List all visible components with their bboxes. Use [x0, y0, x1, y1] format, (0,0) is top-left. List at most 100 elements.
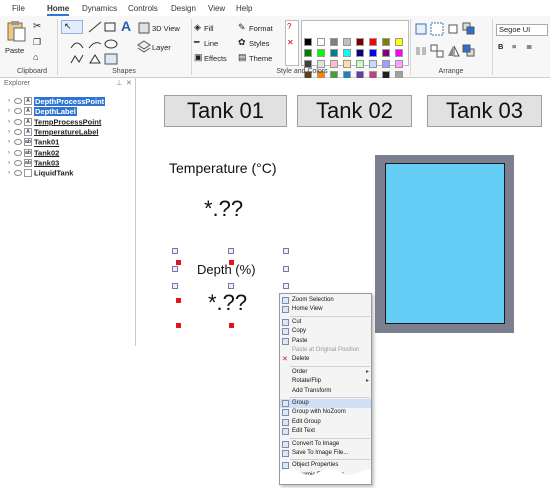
- fill-button[interactable]: Fill: [204, 24, 214, 33]
- color-swatch[interactable]: [304, 49, 312, 57]
- curve-tool-icon[interactable]: [70, 38, 84, 50]
- context-menu-item[interactable]: Copy: [280, 327, 371, 336]
- align-left-icon[interactable]: ≡: [512, 42, 516, 51]
- color-swatch[interactable]: [304, 60, 312, 68]
- menu-controls[interactable]: Controls: [128, 4, 158, 13]
- order-back-icon[interactable]: [462, 44, 476, 58]
- visibility-icon[interactable]: [14, 170, 22, 177]
- line-button[interactable]: Line: [204, 39, 218, 48]
- paste-button[interactable]: Paste: [4, 20, 28, 60]
- selection-handle[interactable]: [172, 283, 178, 289]
- distribute-icon[interactable]: [414, 44, 428, 58]
- color-swatch[interactable]: [369, 60, 377, 68]
- color-swatch[interactable]: [382, 60, 390, 68]
- color-swatch[interactable]: [395, 60, 403, 68]
- color-swatch[interactable]: [369, 38, 377, 46]
- flip-icon[interactable]: [446, 44, 460, 58]
- explorer-item[interactable]: › A DepthLabel: [8, 106, 77, 116]
- transparent-color-icon[interactable]: ✕: [287, 38, 294, 47]
- color-swatch[interactable]: [330, 38, 338, 46]
- menu-view[interactable]: View: [208, 4, 225, 13]
- visibility-icon[interactable]: [14, 118, 22, 125]
- explorer-item[interactable]: › A DepthProcessPoint: [8, 96, 106, 106]
- color-swatch[interactable]: [343, 60, 351, 68]
- align-icon[interactable]: [414, 22, 428, 36]
- explorer-item[interactable]: › ab Tank01: [8, 137, 59, 147]
- menu-design[interactable]: Design: [171, 4, 196, 13]
- rotate-icon[interactable]: [446, 22, 460, 36]
- selection-handle[interactable]: [172, 248, 178, 254]
- visibility-icon[interactable]: [14, 149, 22, 156]
- group-arrange-icon[interactable]: [430, 22, 444, 36]
- color-swatch[interactable]: [317, 60, 325, 68]
- 3d-view-icon[interactable]: [137, 21, 151, 35]
- close-icon[interactable]: ✕: [126, 79, 132, 87]
- visibility-icon[interactable]: [14, 139, 22, 146]
- explorer-item[interactable]: › LiquidTank: [8, 168, 73, 178]
- selection-handle-red[interactable]: [176, 260, 181, 265]
- no-color-icon[interactable]: ?: [287, 22, 291, 31]
- color-swatch[interactable]: [317, 38, 325, 46]
- context-menu-item[interactable]: Group with NoZoom: [280, 408, 371, 417]
- explorer-item[interactable]: › A TempProcessPoint: [8, 117, 101, 127]
- context-menu-item[interactable]: Convert To Image: [280, 440, 371, 449]
- context-menu-item[interactable]: Edit Text: [280, 427, 371, 436]
- explorer-item[interactable]: › ab Tank02: [8, 148, 59, 158]
- tank-03-button[interactable]: Tank 03: [427, 95, 542, 127]
- styles-button[interactable]: Styles: [249, 39, 269, 48]
- color-swatch[interactable]: [356, 49, 364, 57]
- color-swatch[interactable]: [395, 38, 403, 46]
- color-swatch[interactable]: [330, 60, 338, 68]
- context-menu-item[interactable]: Home View: [280, 305, 371, 314]
- context-menu-item[interactable]: Paste: [280, 337, 371, 346]
- selection-handle-red[interactable]: [229, 323, 234, 328]
- visibility-icon[interactable]: [14, 128, 22, 135]
- layer-icon[interactable]: [137, 40, 151, 54]
- liquid-tank-fill[interactable]: [385, 163, 505, 324]
- depth-value[interactable]: *.??: [208, 290, 247, 316]
- cut-icon[interactable]: ✂: [33, 21, 41, 32]
- tank-01-button[interactable]: Tank 01: [164, 95, 287, 127]
- menu-home[interactable]: Home: [47, 4, 70, 16]
- temperature-label[interactable]: Temperature (°C): [169, 160, 277, 176]
- copy-icon[interactable]: ❐: [33, 37, 41, 48]
- menu-help[interactable]: Help: [236, 4, 252, 13]
- context-menu-item[interactable]: Cut: [280, 318, 371, 327]
- format-painter-icon[interactable]: ⌂: [33, 52, 38, 62]
- align-right-icon[interactable]: ≣: [526, 42, 532, 51]
- context-menu-item[interactable]: Order ▸: [280, 368, 371, 377]
- ellipse-tool-icon[interactable]: [104, 38, 118, 50]
- polygon-tool-icon[interactable]: [88, 53, 102, 65]
- layer-button[interactable]: Layer: [152, 43, 171, 52]
- color-swatch[interactable]: [382, 49, 390, 57]
- context-menu-item[interactable]: Edit Group: [280, 418, 371, 427]
- context-menu-item[interactable]: Save To Image File...: [280, 449, 371, 458]
- menu-file[interactable]: File: [12, 4, 25, 13]
- selection-handle[interactable]: [228, 283, 234, 289]
- color-swatch[interactable]: [304, 38, 312, 46]
- image-tool-icon[interactable]: [104, 53, 118, 65]
- order-front-icon[interactable]: [462, 22, 476, 36]
- theme-button[interactable]: Theme: [249, 54, 272, 63]
- selection-handle[interactable]: [228, 248, 234, 254]
- effects-button[interactable]: Effects: [204, 54, 227, 63]
- visibility-icon[interactable]: [14, 98, 22, 105]
- context-menu-item[interactable]: Group: [280, 399, 371, 408]
- temperature-value[interactable]: *.??: [204, 196, 243, 222]
- explorer-item[interactable]: › ab Tank03: [8, 158, 59, 168]
- ungroup-icon[interactable]: [430, 44, 444, 58]
- selection-handle[interactable]: [283, 283, 289, 289]
- context-menu-item[interactable]: ✕ Delete: [280, 355, 371, 364]
- pin-icon[interactable]: ⊥: [116, 79, 122, 87]
- selection-handle-red[interactable]: [176, 323, 181, 328]
- color-swatch[interactable]: [330, 49, 338, 57]
- color-swatch[interactable]: [369, 49, 377, 57]
- context-menu-item[interactable]: Add Transform: [280, 387, 371, 396]
- color-swatch[interactable]: [382, 38, 390, 46]
- font-family-select[interactable]: Segoe UI: [496, 24, 548, 36]
- color-swatch[interactable]: [356, 38, 364, 46]
- line-tool-icon[interactable]: [88, 21, 102, 33]
- selection-handle[interactable]: [283, 248, 289, 254]
- format-button[interactable]: Format: [249, 24, 273, 33]
- arc-tool-icon[interactable]: [88, 38, 102, 50]
